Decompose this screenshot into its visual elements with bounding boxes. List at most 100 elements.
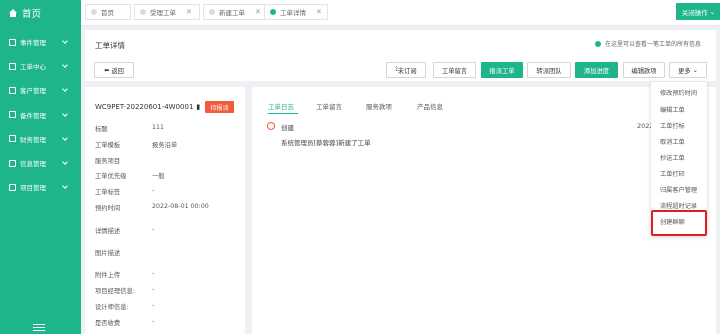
tab-messages[interactable]: 工单留言 [316, 101, 342, 111]
tab-dot-icon [91, 9, 97, 15]
menu-item-timeout-log[interactable]: 流程超时记录 [660, 201, 697, 210]
menu-item-print-order[interactable]: 工单打印 [660, 169, 685, 178]
menu-item-edit-order[interactable]: 编辑工单 [660, 105, 685, 114]
close-icon[interactable]: ✕ [316, 8, 322, 16]
page-hint-text: 在这里可以查看一笔工单的所有信息 [605, 41, 702, 48]
menu-item-cc-order[interactable]: 抄送工单 [660, 153, 685, 162]
log-title: 创建 [281, 124, 294, 132]
chevron-down-icon [62, 86, 68, 93]
sidebar-item-customers[interactable]: 客户管理 [0, 78, 81, 102]
sidebar-item-finance[interactable]: 财务管理 [0, 127, 81, 151]
close-icon[interactable]: ✕ [186, 8, 192, 16]
home-label: 首页 [22, 9, 42, 20]
project-icon [9, 183, 16, 191]
field-row: 附件上传 - [95, 270, 155, 279]
field-row: 标题 111 [95, 124, 165, 133]
sidebar-item-spares[interactable]: 备件管理 [0, 103, 81, 127]
chevron-down-icon: ⌄ [709, 7, 716, 16]
tab-dot-icon [140, 9, 146, 15]
close-operations-label: 关闭操作 [681, 8, 708, 17]
tab-accept-order[interactable]: 受理工单 ✕ [134, 4, 200, 20]
sidebar-item-projects[interactable]: 项目管理 [0, 175, 81, 199]
sidebar-item-workorders[interactable]: 工单中心 [0, 54, 81, 78]
spare-parts-icon [9, 111, 16, 119]
back-label: 返回 [111, 67, 124, 75]
subscribe-button[interactable]: ⟟ 未订阅 [386, 62, 426, 78]
dispatch-button[interactable]: 报派工单 [481, 62, 523, 78]
message-button[interactable]: 工单留言 [433, 62, 476, 78]
menu-item-tag-order[interactable]: 工单打标 [660, 121, 685, 130]
field-row: 图片描述 [95, 250, 121, 257]
sidebar-item-label: 项目管理 [20, 184, 46, 193]
copy-icon[interactable]: ▮ [196, 103, 200, 111]
field-row: 预约时间 2022-08-01 00:00 [95, 203, 209, 212]
page-hint: 在这里可以查看一笔工单的所有信息 [595, 39, 701, 48]
subscribe-label: 未订阅 [397, 67, 417, 75]
info-icon [9, 159, 16, 167]
page-title: 工单详情 [95, 41, 125, 50]
tab-bar: 首页 受理工单 ✕ 新建工单 ✕ 工单详情 ✕ 关闭操作 ⌄ [81, 0, 720, 26]
field-row: 工单标签 - [95, 187, 155, 196]
events-icon [9, 38, 16, 46]
field-row: 工单优先级 一般 [95, 173, 165, 180]
tab-label: 新建工单 [219, 9, 245, 17]
sidebar-item-label: 信息管理 [20, 160, 46, 169]
sidebar-item-info[interactable]: 信息管理 [0, 151, 81, 175]
tab-label: 受理工单 [150, 9, 176, 17]
finance-icon [9, 135, 16, 143]
transfer-team-button[interactable]: 转派团队 [527, 62, 571, 78]
edit-cost-button[interactable]: 编辑款项 [623, 62, 665, 78]
field-row: 项目经理信息: - [95, 286, 155, 295]
chevron-down-icon [62, 183, 68, 189]
highlight-box [651, 210, 707, 236]
tab-dot-icon [270, 9, 276, 15]
sidebar: 首页 事件管理 工单中心 客户管理 备件管理 财务管理 信息管理 项目管理 [0, 0, 81, 334]
sidebar-item-label: 工单中心 [20, 63, 46, 72]
field-row: 详情描述 - [95, 226, 155, 235]
home-link[interactable]: 首页 [8, 6, 41, 20]
chevron-down-icon [62, 110, 68, 117]
menu-item-customer-mgmt[interactable]: 归属客户管理 [660, 185, 697, 194]
chevron-down-icon: ⌄ [690, 66, 698, 74]
close-icon[interactable]: ✕ [255, 8, 261, 16]
active-tab-indicator [268, 113, 298, 114]
customer-icon [9, 86, 16, 94]
tab-label: 首页 [101, 9, 114, 17]
field-row: 是否收费 - [95, 318, 155, 327]
field-row: 设计师信息: - [95, 302, 155, 311]
workorder-icon [9, 62, 16, 70]
sidebar-item-events[interactable]: 事件管理 [0, 30, 81, 54]
add-progress-button[interactable]: 添加进度 [575, 62, 618, 78]
sidebar-nav: 事件管理 工单中心 客户管理 备件管理 财务管理 信息管理 项目管理 [0, 30, 81, 199]
sidebar-item-label: 备件管理 [20, 111, 46, 120]
tab-label: 工单详情 [280, 9, 306, 17]
chevron-down-icon [62, 62, 68, 69]
menu-item-modify-time[interactable]: 修改预约时间 [660, 88, 697, 97]
chevron-down-icon [62, 134, 68, 141]
more-button[interactable]: 更多 ⌄ [669, 62, 707, 78]
tab-dot-icon [209, 9, 215, 15]
tab-order-detail[interactable]: 工单详情 ✕ [264, 4, 328, 20]
close-operations-button[interactable]: 关闭操作 ⌄ [676, 3, 720, 20]
more-label: 更多 [678, 67, 691, 75]
log-circle-icon [267, 122, 275, 130]
field-row: 工单模板 报务沿单 [95, 142, 178, 149]
order-number-text: WC9PET-20220601-4W0001 [95, 103, 194, 111]
tab-home[interactable]: 首页 [85, 4, 131, 20]
tab-service-items[interactable]: 服务款项 [366, 101, 392, 111]
sidebar-item-label: 事件管理 [20, 39, 46, 48]
chevron-down-icon [62, 38, 68, 44]
tab-new-order[interactable]: 新建工单 ✕ [203, 4, 269, 20]
tab-product-info[interactable]: 产品信息 [417, 101, 443, 111]
tab-work-log[interactable]: 工单日志 [268, 101, 294, 111]
log-text: 系统管理员[蔡蓉蓉]新建了工单 [281, 139, 371, 147]
chevron-down-icon [62, 159, 68, 165]
back-arrow-icon: ⬅ [104, 66, 112, 74]
sidebar-item-label: 客户管理 [20, 87, 46, 96]
status-dot-icon [595, 40, 601, 47]
field-row: 服务项目 [95, 158, 121, 165]
menu-toggle-icon[interactable] [33, 324, 45, 333]
back-button[interactable]: ⬅ 返回 [94, 62, 134, 78]
home-icon [9, 9, 17, 17]
menu-item-cancel-order[interactable]: 取消工单 [660, 137, 685, 146]
